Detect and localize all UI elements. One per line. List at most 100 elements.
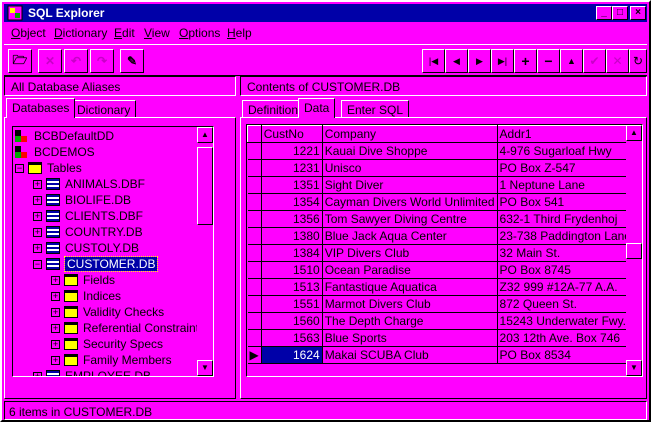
grid-vertical-scrollbar[interactable]: ▲ ▼ [626, 125, 642, 376]
edit-record-button[interactable]: ▲ [560, 49, 583, 73]
tree-item-selected[interactable]: − CUSTOMER.DB [33, 256, 159, 272]
scroll-thumb[interactable] [197, 147, 213, 225]
tab-data[interactable]: Data [298, 98, 336, 118]
tab-dictionary[interactable]: Dictionary [71, 100, 137, 118]
tree-item[interactable]: + COUNTRY.DB [33, 224, 143, 240]
custno-cell[interactable]: 1354 [261, 193, 323, 211]
addr1-cell[interactable]: PO Box 8745 [497, 261, 642, 279]
company-cell[interactable]: Tom Sawyer Diving Centre [322, 210, 498, 228]
row-indicator[interactable] [247, 227, 262, 245]
row-indicator[interactable] [247, 193, 262, 211]
custno-cell[interactable]: 1560 [261, 312, 323, 330]
expand-icon[interactable]: + [51, 307, 60, 317]
insert-record-button[interactable]: + [514, 49, 537, 73]
tree-item[interactable]: + EMPLOYEE.DB [33, 368, 151, 376]
table-row[interactable]: 1354 Cayman Divers World Unlimited PO Box … [247, 193, 642, 211]
expand-icon[interactable]: + [51, 291, 60, 301]
addr1-cell[interactable]: PO Box 8534 [497, 346, 642, 364]
title-bar[interactable]: SQL Explorer _ □ × [4, 4, 647, 22]
expand-icon[interactable]: + [51, 339, 60, 349]
table-row[interactable]: 1351 Sight Diver 1 Neptune Lane [247, 176, 642, 194]
company-cell[interactable]: The Depth Charge [322, 312, 498, 330]
current-record-arrow-icon[interactable]: ▶ [247, 346, 262, 364]
table-row[interactable]: 1384 VIP Divers Club 32 Main St. [247, 244, 642, 262]
company-cell[interactable]: Cayman Divers World Unlimited [322, 193, 498, 211]
cancel-record-button[interactable]: ✕ [606, 49, 629, 73]
maximize-button[interactable]: □ [612, 6, 628, 20]
row-indicator[interactable] [247, 278, 262, 296]
post-record-button[interactable]: ✔ [583, 49, 606, 73]
menu-view[interactable]: View [144, 26, 170, 40]
company-cell[interactable]: Makai SCUBA Club [322, 346, 498, 364]
table-row[interactable]: ▶ 1624 Makai SCUBA Club PO Box 8534 [247, 346, 642, 364]
company-cell[interactable]: Blue Sports [322, 329, 498, 347]
custno-cell[interactable]: 1380 [261, 227, 323, 245]
custno-cell[interactable]: 1551 [261, 295, 323, 313]
table-row[interactable]: 1513 Fantastique Aquatica Z32 999 #12A-77 … [247, 278, 642, 296]
tree-item[interactable]: + Family Members [51, 352, 172, 368]
close-button[interactable]: × [630, 6, 646, 20]
prior-record-button[interactable]: ◀ [445, 49, 468, 73]
tab-enter-sql[interactable]: Enter SQL [341, 100, 410, 118]
company-cell[interactable]: VIP Divers Club [322, 244, 498, 262]
table-row[interactable]: 1551 Marmot Divers Club 872 Queen St. [247, 295, 642, 313]
menu-dictionary[interactable]: Dictionary [54, 26, 107, 40]
company-cell[interactable]: Unisco [322, 159, 498, 177]
minimize-button[interactable]: _ [596, 6, 612, 20]
tree-item[interactable]: + CLIENTS.DBF [33, 208, 143, 224]
row-indicator[interactable] [247, 142, 262, 160]
row-indicator[interactable] [247, 329, 262, 347]
menu-edit[interactable]: Edit [114, 26, 135, 40]
custno-cell[interactable]: 1356 [261, 210, 323, 228]
company-cell[interactable]: Marmot Divers Club [322, 295, 498, 313]
expand-icon[interactable]: + [33, 179, 42, 189]
tree-item[interactable]: + Indices [51, 288, 121, 304]
addr1-cell[interactable]: 632-1 Third Frydenhoj [497, 210, 642, 228]
row-indicator[interactable] [247, 295, 262, 313]
table-row[interactable]: 1563 Blue Sports 203 12th Ave. Box 746 [247, 329, 642, 347]
addr1-cell[interactable]: Z32 999 #12A-77 A.A. [497, 278, 642, 296]
delete-button[interactable]: ✕ [38, 49, 62, 73]
table-row[interactable]: 1380 Blue Jack Aqua Center 23-738 Paddingt… [247, 227, 642, 245]
tree-item[interactable]: BCDEMOS [15, 144, 95, 160]
expand-icon[interactable]: + [33, 243, 42, 253]
expand-icon[interactable]: + [33, 371, 42, 376]
addr1-cell[interactable]: 203 12th Ave. Box 746 [497, 329, 642, 347]
expand-icon[interactable]: + [51, 275, 60, 285]
tree-item[interactable]: + Fields [51, 272, 115, 288]
addr1-cell[interactable]: PO Box 541 [497, 193, 642, 211]
row-indicator[interactable] [247, 210, 262, 228]
table-row[interactable]: 1510 Ocean Paradise PO Box 8745 [247, 261, 642, 279]
custno-cell[interactable]: 1513 [261, 278, 323, 296]
open-button[interactable]: 🗁 [8, 49, 32, 73]
collapse-icon[interactable]: − [15, 163, 24, 173]
addr1-cell[interactable]: 23-738 Paddington Lane [497, 227, 642, 245]
table-row[interactable]: 1231 Unisco PO Box Z-547 [247, 159, 642, 177]
addr1-cell[interactable]: 32 Main St. [497, 244, 642, 262]
tree-item[interactable]: + Validity Checks [51, 304, 164, 320]
tree-item[interactable]: + BIOLIFE.DB [33, 192, 131, 208]
company-cell[interactable]: Sight Diver [322, 176, 498, 194]
row-indicator[interactable] [247, 159, 262, 177]
menu-object[interactable]: Object [11, 26, 46, 40]
custno-cell[interactable]: 1563 [261, 329, 323, 347]
table-row[interactable]: 1356 Tom Sawyer Diving Centre 632-1 Third … [247, 210, 642, 228]
tab-definition[interactable]: Definition [242, 100, 305, 118]
addr1-cell[interactable]: 872 Queen St. [497, 295, 642, 313]
tab-databases[interactable]: Databases [6, 98, 76, 118]
expand-icon[interactable]: + [33, 195, 42, 205]
scroll-up-arrow-icon[interactable]: ▲ [197, 127, 213, 143]
tree-item[interactable]: + ANIMALS.DBF [33, 176, 145, 192]
first-record-button[interactable]: |◀ [422, 49, 445, 73]
custno-cell[interactable]: 1231 [261, 159, 323, 177]
redo-button[interactable]: ↷ [90, 49, 114, 73]
expand-icon[interactable]: + [33, 227, 42, 237]
company-cell[interactable]: Ocean Paradise [322, 261, 498, 279]
table-row[interactable]: 1221 Kauai Dive Shoppe 4-976 Sugarloaf Hwy [247, 142, 642, 160]
last-record-button[interactable]: ▶| [491, 49, 514, 73]
tree-vertical-scrollbar[interactable]: ▲ ▼ [197, 127, 213, 376]
custno-cell[interactable]: 1624 [261, 346, 323, 364]
addr1-cell[interactable]: 1 Neptune Lane [497, 176, 642, 194]
custno-cell[interactable]: 1221 [261, 142, 323, 160]
tree-item[interactable]: BCBDefaultDD [15, 128, 114, 144]
